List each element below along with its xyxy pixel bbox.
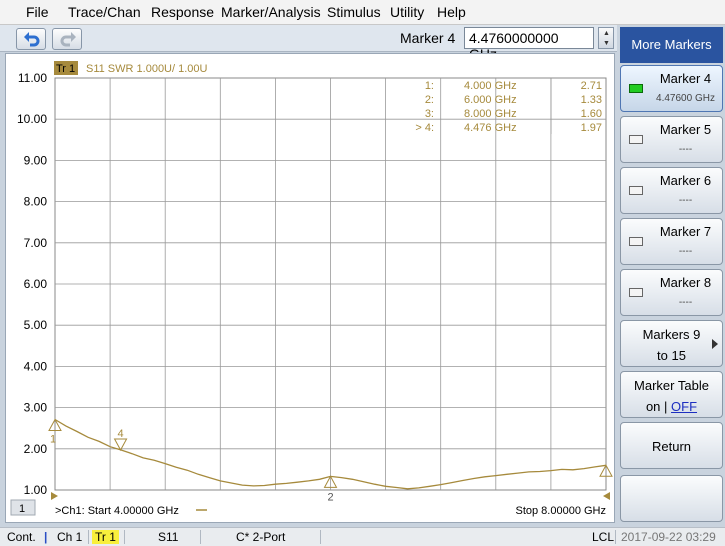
softkey-label: Marker 8 [659, 275, 712, 290]
softkey-panel: More Markers Marker 4 4.47600 GHz Marker… [619, 25, 725, 525]
softkey-value: 4.47600 GHz [656, 93, 715, 104]
chart-panel[interactable]: 11.00 10.00 9.00 8.00 7.00 6.00 5.00 4.00 3.00 2.… [5, 53, 615, 523]
menu-file[interactable]: File [26, 4, 49, 20]
marker-readout-frequency: 8.000 GHz [464, 108, 517, 120]
swr-chart[interactable]: 11.0010.009.008.007.006.005.004.003.002.… [6, 54, 616, 524]
y-tick-label: 11.00 [18, 71, 47, 85]
blank-softkey[interactable] [620, 475, 723, 522]
softkey-value: ---- [678, 246, 693, 257]
state-off: OFF [671, 399, 698, 414]
marker-readout-frequency: 4.476 GHz [464, 122, 517, 134]
led-indicator-icon [629, 237, 643, 246]
marker-1-label: 1 [50, 434, 56, 446]
start-pointer-icon [51, 492, 58, 500]
menu-utility[interactable]: Utility [390, 4, 424, 20]
trace-description: S11 SWR 1.000U/ 1.00U [86, 63, 208, 75]
marker-readout-frequency: 6.000 GHz [464, 94, 517, 106]
marker-frequency-input[interactable]: 4.4760000000 GHz [464, 27, 594, 62]
marker-readout-id: 2: [425, 94, 434, 106]
menu-stimulus[interactable]: Stimulus [327, 4, 381, 20]
state-separator: | [660, 399, 672, 414]
y-tick-label: 5.00 [24, 318, 48, 332]
led-indicator-icon [629, 135, 643, 144]
marker-readout-id: > 4: [415, 122, 434, 134]
status-cont-indicator-icon: | [44, 530, 48, 544]
stop-pointer-icon [603, 492, 610, 500]
y-tick-label: 3.00 [24, 401, 48, 415]
marker-4-softkey[interactable]: Marker 4 4.47600 GHz [620, 65, 723, 112]
marker-readout-value: 2.71 [581, 80, 602, 92]
redo-icon [60, 32, 76, 47]
marker-spin-control[interactable]: ▲ ▼ [598, 27, 614, 49]
marker-7-softkey[interactable]: Marker 7 ---- [620, 218, 723, 265]
markers-9-to-15-softkey[interactable]: Markers 9 to 15 [620, 320, 723, 367]
softkey-label: Return [651, 439, 692, 454]
status-calibration[interactable]: C* 2-Port [236, 530, 285, 544]
menu-bar: File Trace/Chan Response Marker/Analysis… [0, 0, 725, 25]
softkey-value: ---- [678, 195, 693, 206]
marker-6-softkey[interactable]: Marker 6 ---- [620, 167, 723, 214]
y-tick-label: 4.00 [24, 359, 48, 373]
marker-readout-id: 1: [425, 80, 434, 92]
status-channel[interactable]: Ch 1 [57, 530, 82, 544]
menu-help[interactable]: Help [437, 4, 466, 20]
softkey-label: to 15 [657, 348, 686, 363]
menu-marker-analysis[interactable]: Marker/Analysis [221, 4, 321, 20]
marker-table-softkey[interactable]: Marker Table on | OFF [620, 371, 723, 418]
softkey-label: Marker 7 [659, 224, 712, 239]
marker-readout-value: 1.33 [581, 94, 602, 106]
trace-badge-label: Tr 1 [56, 63, 75, 75]
softkey-panel-title: More Markers [620, 27, 723, 63]
marker-table-state: on | OFF [621, 399, 722, 414]
spin-down-icon[interactable]: ▼ [603, 40, 610, 47]
softkey-label: Marker Table [634, 378, 709, 393]
led-indicator-icon [629, 84, 643, 93]
status-cont[interactable]: Cont. [7, 530, 36, 544]
y-tick-label: 8.00 [24, 195, 48, 209]
marker-5-softkey[interactable]: Marker 5 ---- [620, 116, 723, 163]
channel-start: >Ch1: Start 4.00000 GHz [55, 505, 179, 517]
toolbar: Marker 4 4.4760000000 GHz ▲ ▼ [0, 25, 617, 62]
marker-2-label: 2 [327, 491, 333, 503]
menu-trace-chan[interactable]: Trace/Chan [68, 4, 141, 20]
softkey-label: Marker 4 [659, 71, 712, 86]
status-datetime: 2017-09-22 03:29 [621, 530, 716, 544]
softkey-value: ---- [678, 297, 693, 308]
state-on: on [645, 399, 661, 414]
marker-8-softkey[interactable]: Marker 8 ---- [620, 269, 723, 316]
y-tick-label: 6.00 [24, 277, 48, 291]
marker-4-label: 4 [118, 428, 124, 440]
y-tick-label: 9.00 [24, 153, 48, 167]
return-softkey[interactable]: Return [620, 422, 723, 469]
marker-entry-label: Marker 4 [400, 30, 456, 46]
marker-readout-frequency: 4.000 GHz [464, 80, 517, 92]
status-bar: Cont. | Ch 1 Tr 1 S11 C* 2-Port LCL 2017… [0, 527, 725, 546]
spin-up-icon[interactable]: ▲ [603, 30, 610, 37]
marker-readout-value: 1.60 [581, 108, 602, 120]
undo-button[interactable] [16, 28, 46, 50]
channel-number: 1 [19, 503, 25, 515]
status-lcl: LCL [592, 530, 615, 544]
marker-readout-value: 1.97 [581, 122, 602, 134]
y-tick-label: 1.00 [24, 483, 48, 497]
submenu-arrow-icon [712, 339, 718, 349]
y-tick-label: 2.00 [24, 442, 48, 456]
softkey-label: Marker 6 [659, 173, 712, 188]
led-indicator-icon [629, 186, 643, 195]
softkey-label: Marker 5 [659, 122, 712, 137]
softkey-label: Markers 9 [642, 327, 701, 342]
y-tick-label: 7.00 [24, 236, 48, 250]
marker-readout-id: 3: [425, 108, 434, 120]
led-indicator-icon [629, 288, 643, 297]
y-tick-label: 10.00 [17, 112, 47, 126]
redo-button[interactable] [52, 28, 82, 50]
channel-stop: Stop 8.00000 GHz [515, 505, 606, 517]
softkey-value: ---- [678, 144, 693, 155]
menu-response[interactable]: Response [151, 4, 214, 20]
status-parameter[interactable]: S11 [158, 530, 178, 544]
status-trace[interactable]: Tr 1 [92, 530, 119, 544]
undo-icon [24, 32, 40, 47]
